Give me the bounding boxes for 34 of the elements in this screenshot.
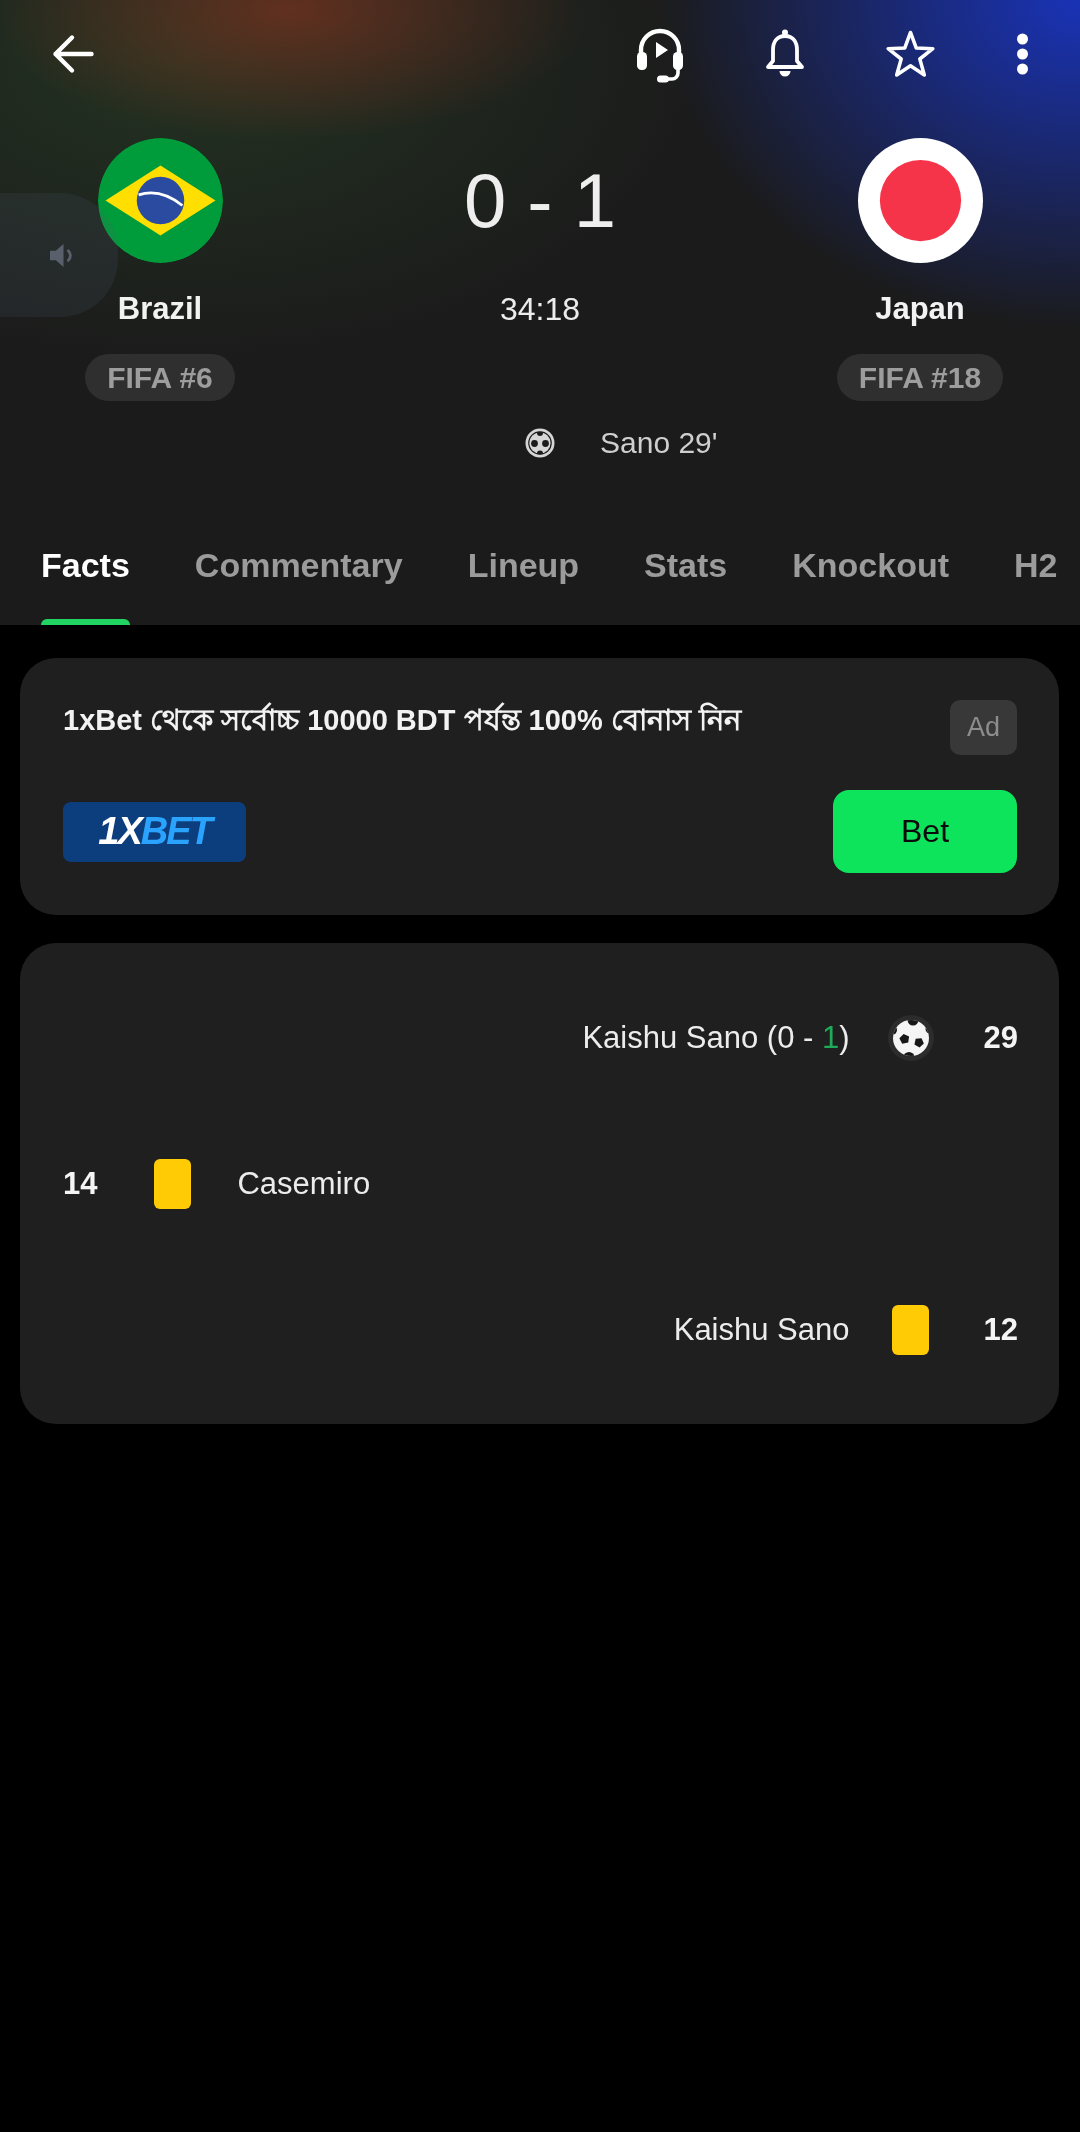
ad-label: Ad (950, 700, 1017, 755)
goal-scorer-text: Kaishu Sano (0 - 1) (582, 1019, 850, 1057)
event-minute: 14 (63, 1166, 98, 1202)
event-minute: 29 (983, 1020, 1018, 1056)
more-icon[interactable] (1016, 33, 1029, 75)
team-name: Brazil (117, 291, 203, 327)
rank-tag: FIFA #18 (836, 354, 1004, 401)
ball-icon (525, 428, 555, 458)
match-score: 0 - 1 (463, 157, 617, 245)
back-icon[interactable] (52, 34, 94, 74)
player-name: Kaishu Sano (673, 1311, 850, 1349)
tab[interactable]: Lineup (467, 545, 580, 585)
tab[interactable]: Facts (41, 545, 130, 585)
flag-icon (97, 138, 223, 263)
brand-logo: 1XBET (63, 801, 246, 862)
ball-icon (887, 1015, 934, 1061)
card-icon (892, 1305, 929, 1355)
tab[interactable]: Stats (644, 545, 728, 585)
goal-scorer: Sano 29' (600, 425, 718, 461)
card-icon (154, 1159, 191, 1209)
tab[interactable]: Knockout (792, 545, 950, 585)
tab[interactable]: Commentary (194, 545, 403, 585)
bet-button[interactable]: Bet (833, 790, 1017, 873)
player-name: Casemiro (237, 1165, 371, 1203)
star-icon[interactable] (885, 30, 936, 78)
ad-title: 1xBet থেকে সর্বোচ্চ 10000 BDT পর্যন্ত 100% বোনাস নিন (63, 701, 741, 738)
flag-icon (857, 138, 983, 263)
rank-tag: FIFA #6 (85, 354, 235, 401)
event-minute: 12 (983, 1312, 1018, 1348)
volume-button[interactable] (0, 193, 118, 317)
tab[interactable]: H2 (1014, 545, 1058, 585)
team-name: Japan (875, 291, 965, 327)
match-clock: 34:18 (499, 291, 581, 327)
bell-icon[interactable] (765, 29, 805, 79)
